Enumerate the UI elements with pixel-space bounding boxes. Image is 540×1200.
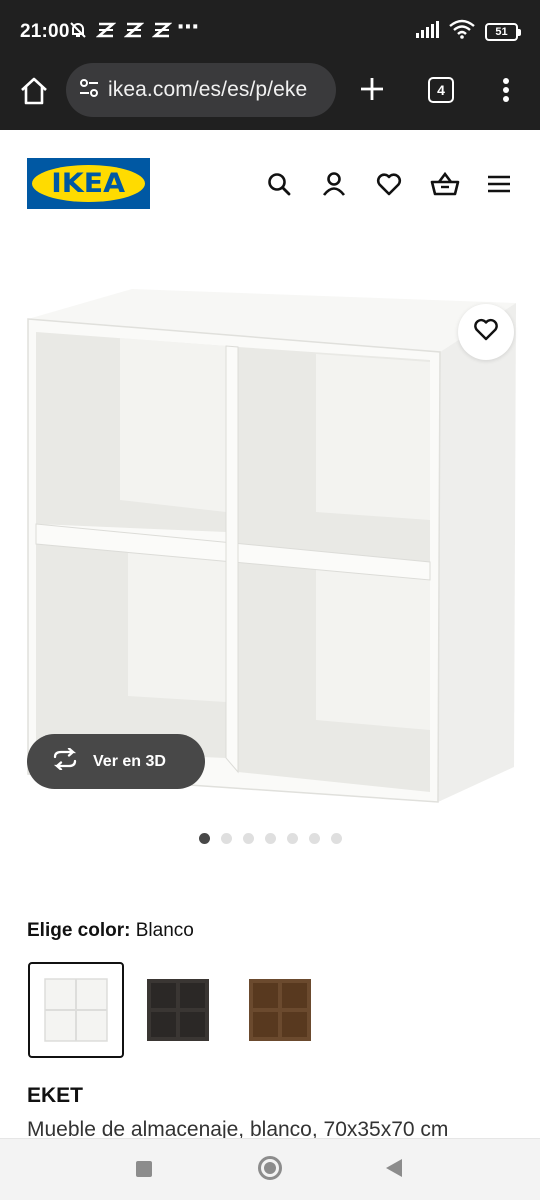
- pagination-dot[interactable]: [309, 833, 320, 844]
- battery-icon: 51: [485, 22, 521, 41]
- status-bar: 21:00 ⋯ 51: [0, 0, 540, 62]
- site-settings-icon[interactable]: [78, 77, 100, 104]
- new-tab-icon[interactable]: [356, 73, 388, 105]
- status-notification-icons: [68, 20, 172, 40]
- rotate-3d-icon: [51, 747, 79, 775]
- product-description-container: Mueble de almacenaje, blanco, 70x35x70 c…: [27, 1118, 527, 1138]
- color-label: Elige color: Blanco: [27, 920, 194, 942]
- product-name: EKET: [27, 1084, 84, 1107]
- menu-icon[interactable]: [485, 170, 513, 198]
- swatch-dark-gray-thumbnail: [147, 979, 209, 1041]
- tabs-icon[interactable]: 4: [428, 77, 454, 103]
- more-vert-icon[interactable]: [496, 74, 516, 106]
- back-icon[interactable]: [386, 1159, 402, 1177]
- wishlist-icon[interactable]: [375, 170, 403, 198]
- view-in-3d-button[interactable]: Ver en 3D: [27, 734, 205, 789]
- heart-icon: [473, 318, 499, 347]
- home-nav-icon[interactable]: [258, 1156, 282, 1180]
- browser-toolbar: ikea.com/es/es/p/eke 4: [0, 62, 540, 130]
- mute-icon: [68, 20, 88, 40]
- add-to-favorites-button[interactable]: [458, 304, 514, 360]
- color-swatch-walnut[interactable]: [232, 962, 328, 1058]
- color-swatch-dark-gray[interactable]: [130, 962, 226, 1058]
- logo-oval: IKEA: [32, 165, 145, 202]
- url-text: ikea.com/es/es/p/eke: [108, 78, 308, 101]
- notification-icon: [124, 20, 144, 40]
- search-icon[interactable]: [265, 170, 293, 198]
- more-notifications-indicator: ⋯: [177, 14, 200, 39]
- status-time: 21:00: [20, 21, 70, 42]
- product-description: Mueble de almacenaje, blanco, 70x35x70 c…: [27, 1118, 449, 1138]
- ikea-logo[interactable]: IKEA: [27, 158, 150, 209]
- logo-text: IKEA: [51, 168, 126, 199]
- view-in-3d-label: Ver en 3D: [93, 752, 166, 770]
- address-bar[interactable]: ikea.com/es/es/p/eke: [66, 63, 336, 117]
- signal-icon: [415, 20, 439, 43]
- home-icon[interactable]: [18, 75, 50, 107]
- selected-color-value: Blanco: [135, 920, 194, 941]
- pagination-dot[interactable]: [265, 833, 276, 844]
- pagination-dot[interactable]: [331, 833, 342, 844]
- status-system-icons: 51: [415, 19, 521, 44]
- account-icon[interactable]: [320, 170, 348, 198]
- color-swatch-white[interactable]: [28, 962, 124, 1058]
- pagination-dot[interactable]: [287, 833, 298, 844]
- recents-icon[interactable]: [136, 1161, 152, 1177]
- system-nav-bar: [0, 1138, 540, 1200]
- notification-icon: [96, 20, 116, 40]
- pagination-dot[interactable]: [221, 833, 232, 844]
- gallery-pagination: [199, 833, 342, 844]
- notification-icon: [152, 20, 172, 40]
- cabinet-side: [438, 303, 516, 802]
- color-label-prefix: Elige color:: [27, 920, 131, 941]
- site-header: IKEA: [0, 130, 540, 230]
- swatch-white-thumbnail: [44, 978, 108, 1042]
- swatch-walnut-thumbnail: [249, 979, 311, 1041]
- pagination-dot[interactable]: [243, 833, 254, 844]
- pagination-dot-active[interactable]: [199, 833, 210, 844]
- cart-icon[interactable]: [430, 170, 460, 198]
- wifi-icon: [449, 19, 475, 44]
